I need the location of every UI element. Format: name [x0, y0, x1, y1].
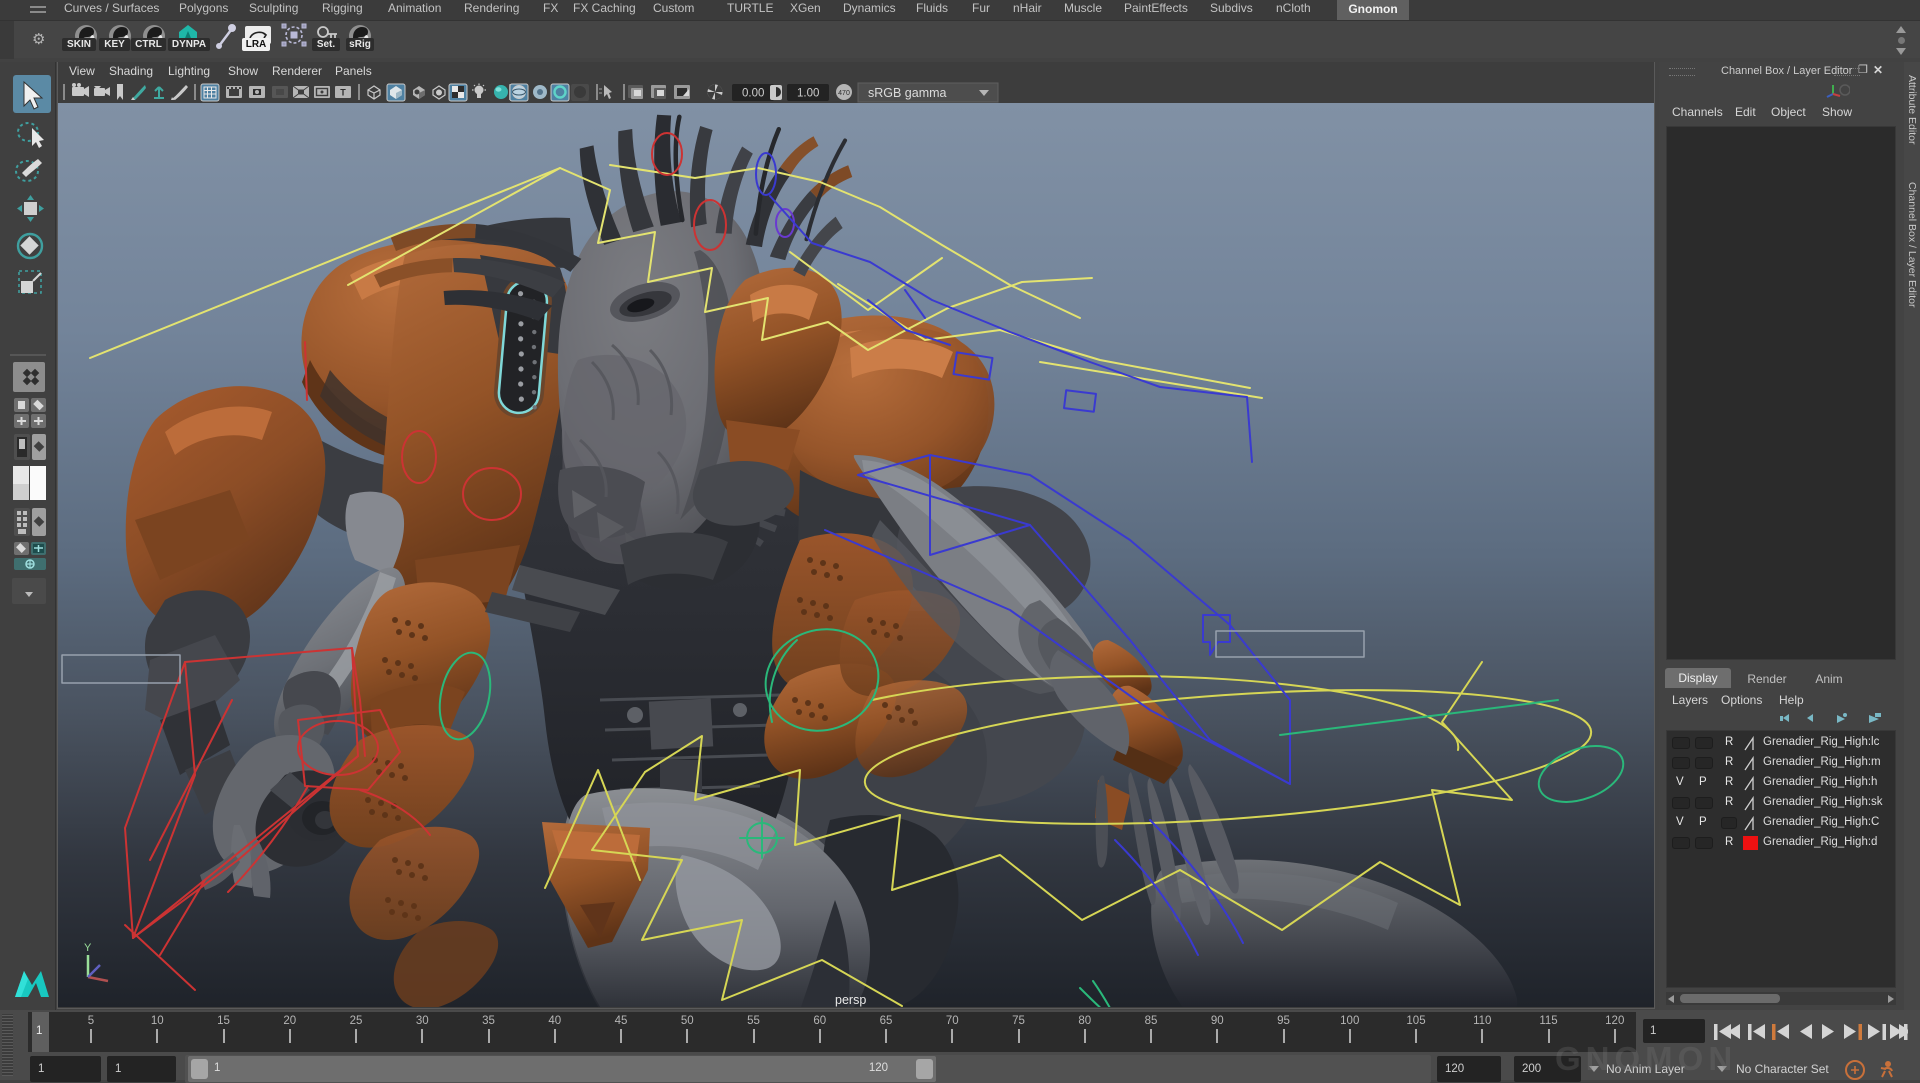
svg-text:T: T: [340, 88, 346, 98]
svg-text:470: 470: [838, 90, 850, 97]
svg-text:persp: persp: [835, 993, 866, 1007]
svg-text:1.00: 1.00: [797, 88, 819, 100]
svg-text:0.00: 0.00: [742, 88, 764, 100]
svg-text:sRGB gamma: sRGB gamma: [868, 86, 947, 100]
svg-text:Y: Y: [84, 942, 92, 954]
